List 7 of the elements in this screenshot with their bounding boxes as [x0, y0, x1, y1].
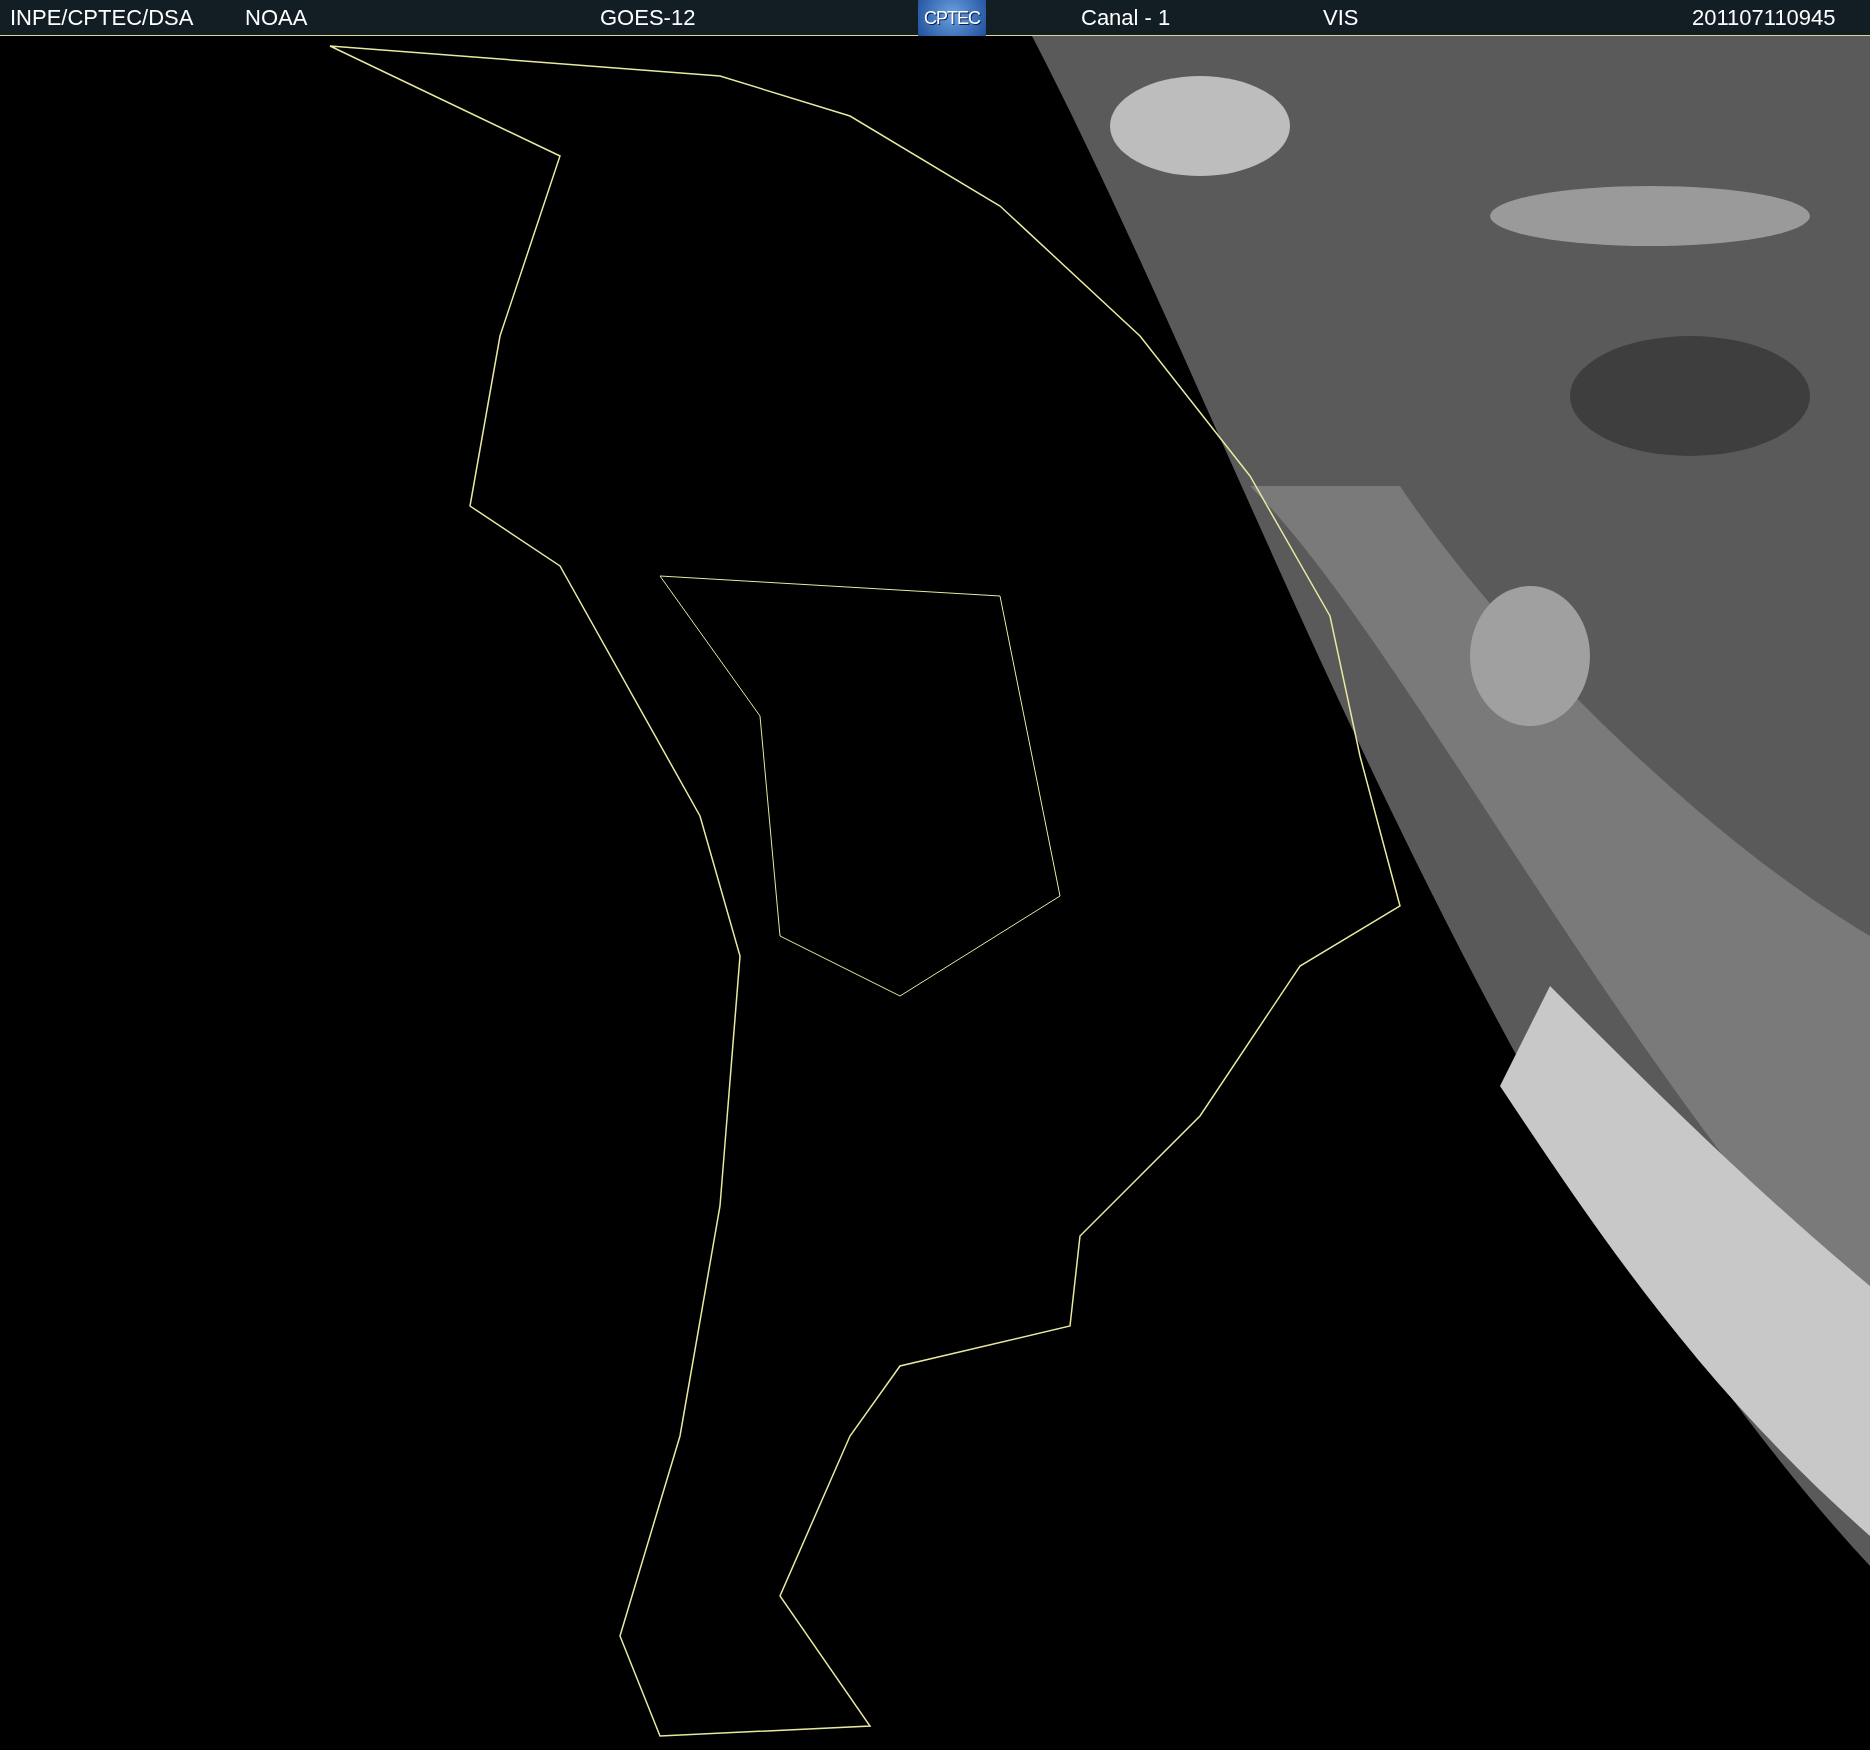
header-label: Canal - 1 — [1081, 4, 1171, 32]
header-label: GOES-12 — [600, 4, 696, 32]
header-label: VIS — [1323, 4, 1359, 32]
header-label: 201107110945 — [1692, 4, 1836, 32]
header-label: INPE/CPTEC/DSA — [10, 4, 194, 32]
logo: CPTEC — [918, 0, 986, 36]
header-label: NOAA — [245, 4, 308, 32]
